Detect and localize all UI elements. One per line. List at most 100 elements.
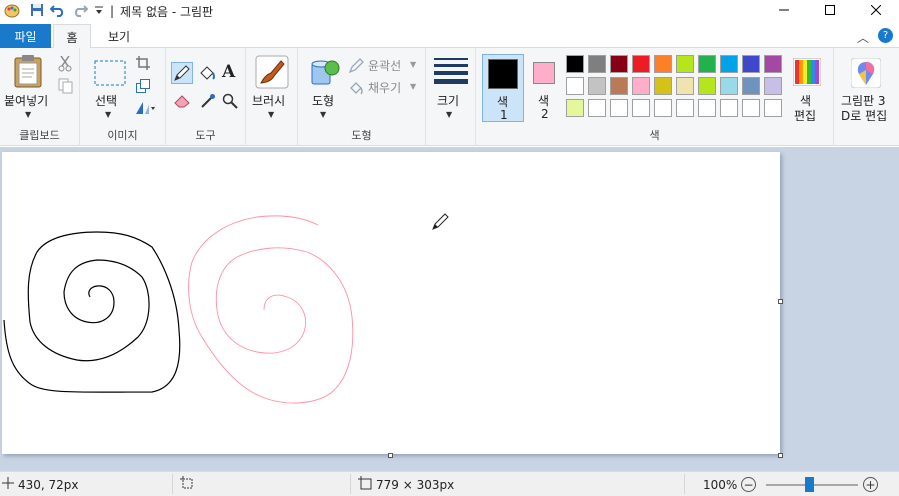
- resize-icon[interactable]: [136, 79, 150, 96]
- minimize-button[interactable]: [761, 0, 807, 22]
- brush-icon[interactable]: [255, 55, 289, 92]
- zoom-in-button[interactable]: +: [863, 477, 878, 492]
- palette-color-swatch[interactable]: [632, 55, 650, 73]
- tab-view[interactable]: 보기: [97, 24, 141, 48]
- palette-color-swatch[interactable]: [676, 99, 694, 117]
- shapes-dropdown-icon[interactable]: ▼: [320, 110, 326, 119]
- palette-color-swatch[interactable]: [566, 99, 584, 117]
- cut-icon[interactable]: [58, 55, 72, 75]
- close-button[interactable]: [853, 0, 899, 22]
- edit-colors-label-line2: 편집: [794, 109, 817, 123]
- eraser-icon[interactable]: [174, 94, 190, 111]
- title-bar: | 제목 없음 - 그림판: [0, 0, 899, 22]
- tab-file[interactable]: 파일: [0, 24, 51, 48]
- customize-quick-access-icon[interactable]: [94, 3, 104, 20]
- copy-icon[interactable]: [58, 78, 73, 97]
- edit-colors-button[interactable]: 색 편집: [790, 54, 830, 124]
- palette-color-swatch[interactable]: [742, 77, 760, 95]
- canvas-size: 779 × 303px: [376, 477, 455, 492]
- help-icon[interactable]: ?: [878, 28, 893, 43]
- shapes-icon[interactable]: [308, 56, 340, 91]
- collapse-ribbon-icon[interactable]: ︿: [857, 29, 869, 46]
- palette-color-swatch[interactable]: [632, 77, 650, 95]
- palette-color-swatch[interactable]: [764, 55, 782, 73]
- palette-color-swatch[interactable]: [610, 55, 628, 73]
- resize-handle-right[interactable]: [778, 299, 783, 304]
- size-dropdown-icon[interactable]: ▼: [446, 110, 452, 119]
- palette-color-swatch[interactable]: [764, 99, 782, 117]
- redo-icon[interactable]: [72, 3, 89, 20]
- palette-color-swatch[interactable]: [742, 99, 760, 117]
- pencil-tool-icon[interactable]: [171, 62, 193, 84]
- maximize-icon: [825, 4, 835, 18]
- undo-icon[interactable]: [49, 3, 66, 20]
- color-picker-icon[interactable]: [200, 93, 216, 112]
- color2-button[interactable]: 색 2: [526, 54, 564, 122]
- select-dropdown-icon[interactable]: ▼: [105, 110, 111, 119]
- fill-bucket-icon[interactable]: [198, 64, 216, 85]
- maximize-button[interactable]: [807, 0, 853, 22]
- select-icon[interactable]: [94, 60, 126, 89]
- resize-handle-corner[interactable]: [778, 453, 783, 458]
- palette-color-swatch[interactable]: [698, 55, 716, 73]
- cursor-position: 430, 72px: [18, 477, 79, 492]
- palette-color-swatch[interactable]: [610, 77, 628, 95]
- palette-color-swatch[interactable]: [610, 99, 628, 117]
- palette-color-swatch[interactable]: [698, 99, 716, 117]
- window-title: 제목 없음 - 그림판: [120, 4, 214, 19]
- brushes-dropdown-icon[interactable]: ▼: [268, 110, 274, 119]
- magnifier-icon[interactable]: [222, 93, 238, 112]
- outline-icon[interactable]: [348, 58, 364, 77]
- clipboard-group: 붙여넣기 ▼ 클립보드: [0, 48, 80, 146]
- size-lines-icon[interactable]: [434, 58, 468, 87]
- zoom-slider-thumb[interactable]: [805, 477, 814, 492]
- palette-color-swatch[interactable]: [566, 55, 584, 73]
- palette-color-swatch[interactable]: [742, 55, 760, 73]
- resize-handle-bottom[interactable]: [388, 453, 393, 458]
- color1-swatch: [488, 59, 518, 89]
- palette-color-swatch[interactable]: [566, 77, 584, 95]
- fill-button[interactable]: 채우기: [368, 79, 401, 96]
- palette-color-swatch[interactable]: [632, 99, 650, 117]
- palette-color-swatch[interactable]: [654, 99, 672, 117]
- paste-dropdown-icon[interactable]: ▼: [25, 110, 31, 119]
- palette-color-swatch[interactable]: [676, 77, 694, 95]
- shapes-button[interactable]: 도형: [312, 92, 334, 109]
- palette-color-swatch[interactable]: [720, 99, 738, 117]
- palette-color-swatch[interactable]: [654, 77, 672, 95]
- palette-color-swatch[interactable]: [588, 99, 606, 117]
- palette-color-swatch[interactable]: [720, 77, 738, 95]
- drawing-canvas[interactable]: [2, 152, 780, 454]
- minimize-icon: [779, 4, 789, 18]
- brushes-button[interactable]: 브러시: [252, 92, 285, 109]
- palette-color-swatch[interactable]: [720, 55, 738, 73]
- shapes-group: 도형 ▼ 윤곽선 ▼ 채우기 ▼ 도형: [298, 48, 426, 146]
- save-icon[interactable]: [30, 3, 44, 20]
- color2-swatch: [533, 62, 555, 84]
- zoom-out-button[interactable]: −: [741, 477, 756, 492]
- palette-color-swatch[interactable]: [588, 55, 606, 73]
- paint-app-icon[interactable]: [4, 3, 20, 19]
- colors-group: 색 1 색 2 색 편집 색: [476, 48, 834, 146]
- crop-icon[interactable]: [136, 56, 150, 73]
- fill-icon[interactable]: [348, 80, 364, 99]
- fill-dropdown-icon[interactable]: ▼: [410, 82, 416, 91]
- paste-icon[interactable]: [12, 54, 44, 91]
- palette-color-swatch[interactable]: [698, 77, 716, 95]
- palette-color-swatch[interactable]: [764, 77, 782, 95]
- palette-color-swatch[interactable]: [676, 55, 694, 73]
- outline-dropdown-icon[interactable]: ▼: [410, 60, 416, 69]
- edit-with-paint3d-button[interactable]: 그림판 3 D로 편집: [834, 48, 899, 128]
- clipboard-group-label: 클립보드: [19, 129, 60, 142]
- tab-home[interactable]: 홈: [53, 24, 91, 49]
- palette-color-swatch[interactable]: [588, 77, 606, 95]
- palette-color-swatch[interactable]: [654, 55, 672, 73]
- outline-button[interactable]: 윤곽선: [368, 57, 401, 74]
- select-button[interactable]: 선택: [95, 92, 117, 109]
- paste-button[interactable]: 붙여넣기: [4, 92, 48, 109]
- color1-button[interactable]: 색 1: [482, 54, 524, 122]
- ribbon-tab-row: 파일 홈 보기 ︿ ?: [0, 24, 899, 49]
- text-tool-icon[interactable]: A: [222, 62, 235, 82]
- rotate-icon[interactable]: [136, 101, 156, 118]
- size-button[interactable]: 크기: [437, 92, 459, 109]
